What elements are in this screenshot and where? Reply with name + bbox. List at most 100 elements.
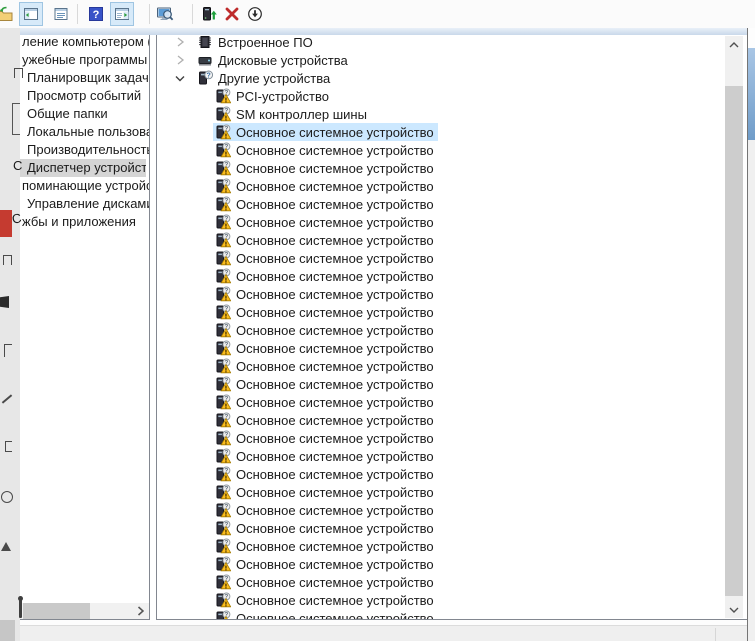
chevron-collapsed-icon [177, 37, 184, 47]
scroll-right-button[interactable] [133, 603, 148, 619]
console-tree-item[interactable]: жбы и приложения [20, 213, 149, 231]
device-tree-row[interactable]: ? Основное системное устройство [157, 465, 727, 483]
expand-chevron[interactable] [173, 51, 187, 69]
console-tree-item[interactable]: Просмотр событий [20, 87, 149, 105]
console-tree-item[interactable]: поминающие устройст [20, 177, 149, 195]
console-tree-item[interactable]: ление компьютером (л [20, 35, 149, 51]
device-tree-row[interactable]: ? Основное системное устройство [157, 447, 727, 465]
device-entry[interactable]: ? Основное системное устройство [213, 537, 438, 555]
device-tree-row[interactable]: ? Основное системное устройство [157, 177, 727, 195]
device-entry[interactable]: ? Основное системное устройство [213, 159, 438, 177]
console-tree-item[interactable]: Управление дисками [20, 195, 149, 213]
device-tree-row[interactable]: ? Основное системное устройство [157, 411, 727, 429]
device-entry[interactable]: ? Основное системное устройство [213, 249, 438, 267]
device-entry[interactable]: ? Основное системное устройство [213, 465, 438, 483]
device-entry[interactable]: ? Основное системное устройство [213, 429, 438, 447]
device-entry[interactable]: ? Основное системное устройство [213, 177, 438, 195]
device-entry[interactable]: ? Основное системное устройство [213, 303, 438, 321]
device-tree-row[interactable]: ? Основное системное устройство [157, 339, 727, 357]
expand-chevron[interactable] [173, 69, 187, 87]
vertical-scrollbar-thumb[interactable] [725, 86, 743, 596]
console-tree-item[interactable]: Производительность [20, 141, 149, 159]
device-tree-row[interactable]: ? Основное системное устройство [157, 537, 727, 555]
device-entry[interactable]: ? Основное системное устройство [213, 357, 438, 375]
console-tree-item[interactable]: ужебные программы [20, 51, 149, 69]
device-tree-row[interactable]: ? Основное системное устройство [157, 195, 727, 213]
device-tree-row[interactable]: ? Основное системное устройство [157, 357, 727, 375]
device-entry[interactable]: Встроенное ПО [195, 35, 317, 51]
device-entry[interactable]: ? Основное системное устройство [213, 573, 438, 591]
device-tree-row[interactable]: ? Основное системное устройство [157, 375, 727, 393]
vertical-scrollbar[interactable] [725, 36, 743, 618]
expand-chevron[interactable] [173, 35, 187, 51]
device-entry[interactable]: ? PCI-устройство [213, 87, 333, 105]
horizontal-scrollbar-thumb[interactable] [23, 603, 90, 619]
device-tree-row[interactable]: ? Основное системное устройство [157, 591, 727, 609]
device-tree-row[interactable]: ? Основное системное устройство [157, 231, 727, 249]
export-list-button[interactable] [49, 2, 73, 26]
device-entry[interactable]: Дисковые устройства [195, 51, 352, 69]
device-tree-row[interactable]: ? Основное системное устройство [157, 249, 727, 267]
device-entry[interactable]: ? Основное системное устройство [213, 213, 438, 231]
device-tree-row[interactable]: ? Основное системное устройство [157, 267, 727, 285]
device-tree-row[interactable]: ? SM контроллер шины [157, 105, 727, 123]
back-button[interactable] [0, 2, 17, 26]
device-tree-row[interactable]: ? Основное системное устройство [157, 609, 727, 619]
device-entry[interactable]: ? Основное системное устройство [213, 195, 438, 213]
device-tree-row[interactable]: ? Основное системное устройство [157, 213, 727, 231]
device-entry[interactable]: ? Основное системное устройство [213, 501, 438, 519]
console-tree-item[interactable]: Общие папки [20, 105, 149, 123]
device-tree-row[interactable]: ? PCI-устройство [157, 87, 727, 105]
horizontal-scrollbar[interactable] [20, 603, 149, 619]
device-entry[interactable]: ? Основное системное устройство [213, 141, 438, 159]
device-entry[interactable]: ? Основное системное устройство [213, 609, 438, 619]
device-entry[interactable]: ? Основное системное устройство [213, 591, 438, 609]
computer-management-window: ? ление компьютером (л ужебные программы П… [0, 0, 755, 641]
device-tree-row[interactable]: ? Основное системное устройство [157, 483, 727, 501]
uninstall-device-button[interactable] [220, 2, 244, 26]
device-tree-row[interactable]: ? Основное системное устройство [157, 519, 727, 537]
device-tree-row[interactable]: Дисковые устройства [157, 51, 727, 69]
device-entry[interactable]: ? Основное системное устройство [213, 483, 438, 501]
device-entry[interactable]: ? Основное системное устройство [213, 231, 438, 249]
device-tree-row[interactable]: ? Основное системное устройство [157, 555, 727, 573]
device-tree-row[interactable]: ? Основное системное устройство [157, 123, 727, 141]
device-entry[interactable]: ? Основное системное устройство [213, 321, 438, 339]
device-entry[interactable]: ? Основное системное устройство [213, 285, 438, 303]
device-entry[interactable]: ? Основное системное устройство [213, 267, 438, 285]
device-entry[interactable]: ? Основное системное устройство [213, 393, 438, 411]
remote-computer-button[interactable] [153, 2, 177, 26]
scroll-up-button[interactable] [725, 36, 743, 53]
console-tree-item[interactable]: Локальные пользовате [20, 123, 149, 141]
console-tree-item[interactable]: Планировщик задач [20, 69, 149, 87]
device-tree-row[interactable]: ? Основное системное устройство [157, 141, 727, 159]
disable-device-button[interactable] [243, 2, 267, 26]
scan-hardware-button[interactable] [197, 2, 221, 26]
warning-device-icon: ? [215, 340, 236, 356]
device-entry[interactable]: ? Основное системное устройство [213, 123, 438, 141]
device-entry[interactable]: ? Основное системное устройство [213, 447, 438, 465]
device-entry[interactable]: ? Основное системное устройство [213, 555, 438, 573]
device-tree-row[interactable]: ? Основное системное устройство [157, 501, 727, 519]
show-action-pane-button[interactable] [110, 2, 134, 26]
device-tree-row[interactable]: ? Другие устройства [157, 69, 727, 87]
help-button[interactable]: ? [84, 2, 108, 26]
device-entry[interactable]: ? Другие устройства [195, 69, 334, 87]
device-tree-row[interactable]: ? Основное системное устройство [157, 429, 727, 447]
device-tree-row[interactable]: ? Основное системное устройство [157, 303, 727, 321]
device-entry[interactable]: ? Основное системное устройство [213, 339, 438, 357]
unknown-device-icon: ? [197, 70, 218, 86]
device-tree-row[interactable]: ? Основное системное устройство [157, 321, 727, 339]
device-tree-row[interactable]: ? Основное системное устройство [157, 573, 727, 591]
device-entry[interactable]: ? Основное системное устройство [213, 375, 438, 393]
device-tree-row[interactable]: ? Основное системное устройство [157, 159, 727, 177]
device-entry[interactable]: ? Основное системное устройство [213, 411, 438, 429]
device-tree-row[interactable]: ? Основное системное устройство [157, 285, 727, 303]
show-console-tree-button[interactable] [19, 2, 43, 26]
device-entry[interactable]: ? SM контроллер шины [213, 105, 371, 123]
device-tree-row[interactable]: ? Основное системное устройство [157, 393, 727, 411]
device-entry[interactable]: ? Основное системное устройство [213, 519, 438, 537]
scroll-down-button[interactable] [725, 601, 743, 618]
console-tree-item[interactable]: Диспетчер устройств [20, 159, 146, 177]
device-tree-row[interactable]: Встроенное ПО [157, 35, 727, 51]
